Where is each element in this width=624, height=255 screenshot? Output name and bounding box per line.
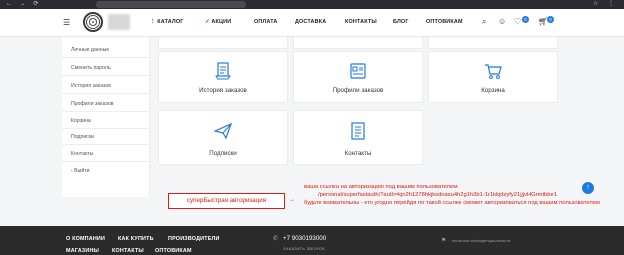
card-partial[interactable] bbox=[428, 37, 558, 49]
card-label: Подписки bbox=[209, 150, 237, 157]
card-partial[interactable] bbox=[158, 37, 288, 49]
footer-link-stores[interactable]: МАГАЗИНЫ bbox=[66, 248, 99, 254]
divider bbox=[62, 128, 150, 129]
logo-text-blurred bbox=[108, 14, 130, 30]
sidebar-item-personal-data[interactable]: Личные данные bbox=[71, 47, 109, 53]
subscriptions-icon bbox=[214, 123, 232, 139]
nav-payment[interactable]: ОПЛАТА bbox=[254, 19, 278, 25]
site-footer: О КОМПАНИИ КАК КУПИТЬ ПРОИЗВОДИТЕЛИ МАГА… bbox=[0, 226, 624, 255]
auth-link-url[interactable]: /personal/superfastauth/?auth=kjn2h1278h… bbox=[318, 192, 557, 198]
sidebar-item-order-profiles[interactable]: Профили заказов bbox=[71, 101, 113, 107]
divider bbox=[62, 144, 150, 145]
site-header: ☰ ⋮ КАТАЛОГ ✓ АКЦИИ ОПЛАТА ДОСТАВКА КОНТ… bbox=[0, 9, 624, 37]
sidebar-item-order-history[interactable]: История заказов bbox=[71, 83, 111, 89]
divider bbox=[62, 75, 150, 76]
auth-note-warning: будьте внимательны - кто угодно перейдя … bbox=[304, 200, 600, 206]
card-partial[interactable] bbox=[293, 37, 423, 49]
divider bbox=[62, 161, 150, 162]
card-label: Контакты bbox=[344, 150, 372, 157]
card-contacts[interactable]: Контакты bbox=[293, 110, 423, 165]
browser-menu-icons[interactable]: ☆ ⋮ bbox=[593, 0, 618, 9]
address-bar[interactable] bbox=[96, 1, 246, 8]
search-icon[interactable]: ⌕ bbox=[482, 17, 486, 27]
footer-link-manufacturers[interactable]: ПРОИЗВОДИТЕЛИ bbox=[168, 236, 220, 242]
footer-link-wholesale[interactable]: ОПТОВИКАМ bbox=[155, 248, 192, 254]
contacts-icon bbox=[351, 122, 365, 140]
user-icon[interactable]: ☺ bbox=[498, 17, 506, 26]
card-label: Профили заказов bbox=[332, 87, 384, 94]
menu-burger-icon[interactable]: ☰ bbox=[63, 19, 70, 27]
sidebar-item-change-password[interactable]: Сменить пароль bbox=[71, 65, 111, 71]
card-order-profiles[interactable]: Профили заказов bbox=[293, 51, 423, 103]
cart-icon bbox=[485, 64, 502, 79]
card-subscriptions[interactable]: Подписки bbox=[158, 110, 288, 165]
divider bbox=[62, 93, 150, 94]
nav-delivery[interactable]: ДОСТАВКА bbox=[295, 19, 326, 25]
scroll-top-button[interactable]: ↑ bbox=[582, 182, 594, 194]
footer-link-how-to-buy[interactable]: КАК КУПИТЬ bbox=[118, 236, 154, 242]
card-label: Корзина bbox=[481, 87, 505, 94]
divider bbox=[62, 57, 150, 58]
sidebar-item-cart[interactable]: Корзина bbox=[71, 118, 91, 124]
sidebar-item-subscriptions[interactable]: Подписки bbox=[71, 134, 94, 140]
policy-icon: ⚑ bbox=[441, 238, 447, 244]
superfast-auth-button[interactable]: суперБыстрая авторизация bbox=[168, 193, 285, 209]
auth-note-line1: ваша ссылка на авторизацию под вашим пол… bbox=[304, 184, 459, 190]
account-sidebar: Личные данные Сменить пароль История зак… bbox=[62, 37, 150, 197]
nav-catalog[interactable]: ⋮ КАТАЛОГ bbox=[150, 19, 184, 25]
footer-phone[interactable]: +7 9030193000 bbox=[283, 235, 326, 242]
cart-count-badge: 0 bbox=[547, 16, 554, 23]
favorites-count-badge: 0 bbox=[522, 16, 529, 23]
card-order-history[interactable]: История заказов bbox=[158, 51, 288, 103]
nav-promotions[interactable]: ✓ АКЦИИ bbox=[205, 19, 231, 25]
footer-link-about[interactable]: О КОМПАНИИ bbox=[66, 236, 105, 242]
order-profiles-icon bbox=[350, 63, 366, 79]
privacy-policy-link[interactable]: политика конфиденциальности bbox=[452, 238, 510, 243]
arrow-right-icon: → bbox=[289, 197, 295, 203]
card-cart[interactable]: Корзина bbox=[428, 51, 558, 103]
sidebar-item-logout[interactable]: ‹ Выйти bbox=[71, 168, 90, 174]
nav-contacts[interactable]: КОНТАКТЫ bbox=[345, 19, 377, 25]
arrow-up-icon: ↑ bbox=[586, 184, 590, 191]
phone-icon: ✆ bbox=[273, 236, 279, 242]
order-history-icon bbox=[215, 62, 231, 80]
divider bbox=[62, 111, 150, 112]
browser-nav-icons[interactable]: ← → ⟳ bbox=[6, 0, 41, 9]
sidebar-item-contacts[interactable]: Контакты bbox=[71, 151, 93, 157]
callback-link[interactable]: ЗАКАЗАТЬ ЗВОНОК bbox=[283, 246, 325, 251]
site-logo[interactable] bbox=[83, 12, 103, 32]
nav-wholesale[interactable]: ОПТОВИКАМ bbox=[426, 19, 463, 25]
favorites-icon[interactable]: ♡ bbox=[514, 17, 521, 26]
footer-link-contacts[interactable]: КОНТАКТЫ bbox=[112, 248, 144, 254]
card-label: История заказов bbox=[199, 87, 247, 94]
browser-toolbar: ← → ⟳ ☆ ⋮ bbox=[0, 0, 624, 9]
superfast-auth-label: суперБыстрая авторизация bbox=[186, 197, 267, 204]
nav-blog[interactable]: БЛОГ bbox=[393, 19, 409, 25]
